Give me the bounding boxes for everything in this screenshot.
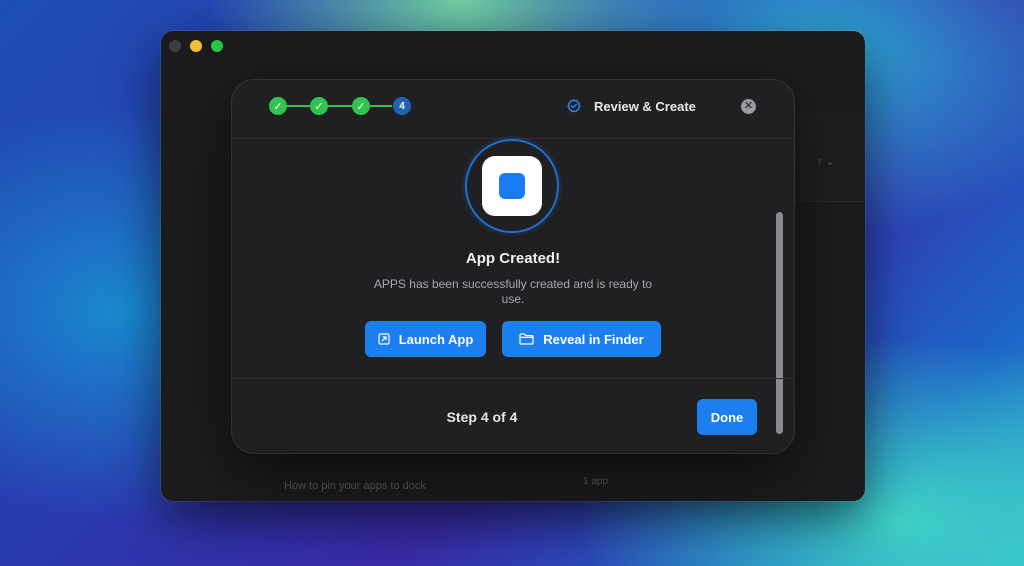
- dialog-footer: Step 4 of 4 Done: [232, 378, 794, 453]
- step-connector: [328, 105, 352, 107]
- close-icon: ✕: [743, 100, 754, 112]
- success-title: App Created!: [465, 250, 561, 267]
- create-app-dialog: ✓ ✓ ✓ 4 Review & Create ✕ App Created! A…: [232, 80, 794, 453]
- app-icon-glyph: [499, 173, 525, 199]
- launch-app-label: Launch App: [398, 331, 474, 347]
- step-progress-label: Step 4 of 4: [446, 409, 518, 425]
- step-1-complete-checkmark-icon: ✓: [269, 97, 287, 115]
- step-4-current-indicator: 4: [393, 97, 411, 115]
- launch-app-button[interactable]: Launch App: [365, 321, 486, 357]
- done-button[interactable]: Done: [697, 399, 757, 435]
- background-app-count: 1 app: [583, 476, 609, 487]
- reveal-in-finder-label: Reveal in Finder: [543, 331, 644, 347]
- success-message: APPS has been successfully created and i…: [373, 277, 653, 306]
- step-title: Review & Create: [594, 99, 696, 114]
- app-icon: [482, 156, 542, 216]
- step-3-complete-checkmark-icon: ✓: [352, 97, 370, 115]
- external-link-icon: [378, 333, 390, 345]
- folder-icon: [519, 333, 534, 345]
- background-footer-tip: How to pin your apps to dock: [284, 480, 426, 492]
- step-connector: [286, 105, 310, 107]
- step-2-complete-checkmark-icon: ✓: [310, 97, 328, 115]
- app-icon-preview: [465, 139, 559, 233]
- step-connector: [370, 105, 392, 107]
- reveal-in-finder-button[interactable]: Reveal in Finder: [502, 321, 661, 357]
- close-dialog-button[interactable]: ✕: [741, 99, 756, 114]
- verified-badge-icon: [567, 99, 581, 113]
- dialog-header: ✓ ✓ ✓ 4 Review & Create ✕: [232, 80, 794, 139]
- dialog-body: App Created! APPS has been successfully …: [232, 139, 794, 434]
- sort-icon[interactable]: ↑ ⌄: [817, 155, 835, 168]
